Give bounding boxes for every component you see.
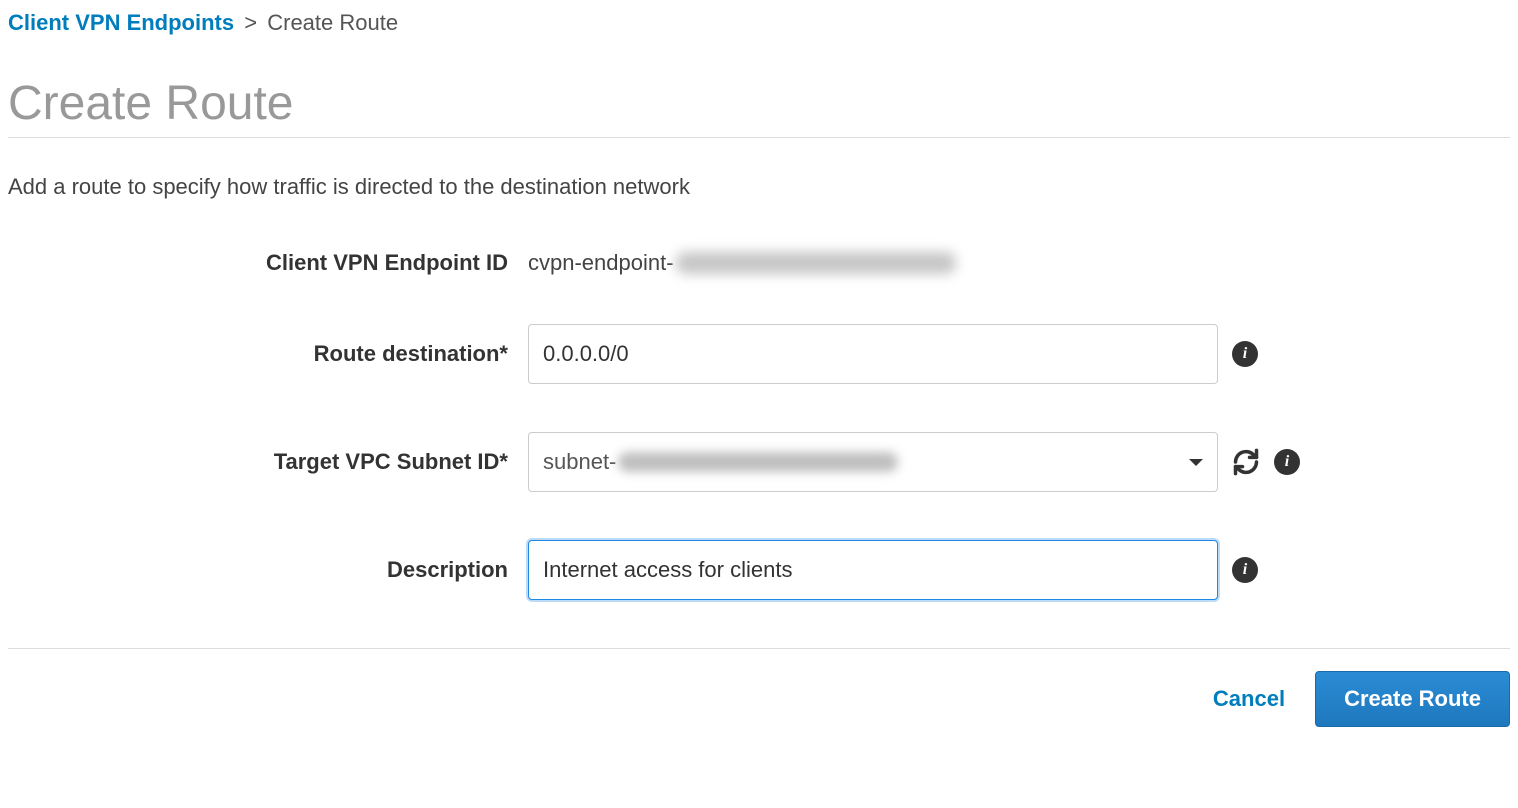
route-destination-input[interactable] bbox=[528, 324, 1218, 384]
row-route-destination: Route destination* i bbox=[8, 324, 1510, 384]
breadcrumb-current: Create Route bbox=[267, 10, 398, 35]
redacted-text bbox=[676, 252, 956, 274]
label-route-destination: Route destination* bbox=[8, 341, 528, 367]
value-endpoint-id: cvpn-endpoint- bbox=[528, 250, 956, 276]
page-title: Create Route bbox=[8, 76, 1510, 138]
create-route-button[interactable]: Create Route bbox=[1315, 671, 1510, 727]
breadcrumb-separator: > bbox=[244, 10, 257, 35]
row-endpoint-id: Client VPN Endpoint ID cvpn-endpoint- bbox=[8, 250, 1510, 276]
info-icon[interactable]: i bbox=[1232, 341, 1258, 367]
row-description: Description i bbox=[8, 540, 1510, 600]
breadcrumb: Client VPN Endpoints > Create Route bbox=[8, 10, 1510, 36]
redacted-text bbox=[618, 452, 898, 472]
cancel-button[interactable]: Cancel bbox=[1213, 686, 1285, 712]
target-subnet-dropdown[interactable]: subnet- bbox=[528, 432, 1218, 492]
row-target-subnet: Target VPC Subnet ID* subnet- i bbox=[8, 432, 1510, 492]
label-description: Description bbox=[8, 557, 528, 583]
chevron-down-icon bbox=[1189, 459, 1203, 466]
breadcrumb-parent-link[interactable]: Client VPN Endpoints bbox=[8, 10, 234, 35]
label-target-subnet: Target VPC Subnet ID* bbox=[8, 449, 528, 475]
info-icon[interactable]: i bbox=[1232, 557, 1258, 583]
description-input[interactable] bbox=[528, 540, 1218, 600]
info-icon[interactable]: i bbox=[1274, 449, 1300, 475]
label-endpoint-id: Client VPN Endpoint ID bbox=[8, 250, 528, 276]
refresh-icon[interactable] bbox=[1232, 448, 1260, 476]
footer-actions: Cancel Create Route bbox=[8, 648, 1510, 727]
helper-text: Add a route to specify how traffic is di… bbox=[8, 174, 1510, 200]
